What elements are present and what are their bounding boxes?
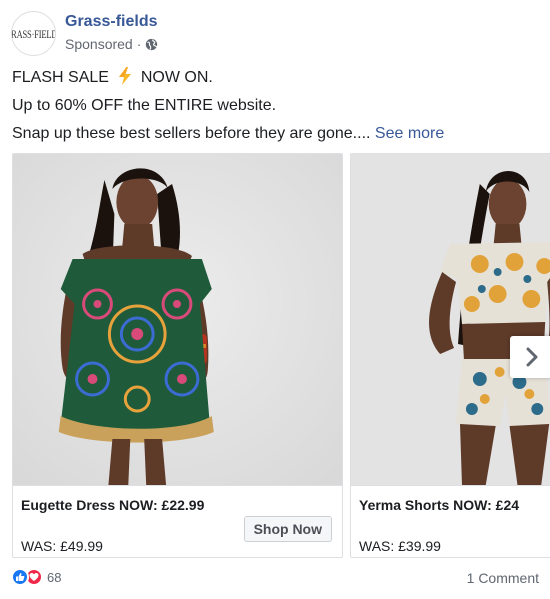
- engagement-bar: 68 1 Comment: [11, 568, 541, 590]
- post-line-3: Snap up these best sellers before they a…: [12, 120, 542, 148]
- product-was-price: WAS: £49.99: [21, 538, 103, 554]
- like-icon: [11, 568, 29, 586]
- now-on-text: NOW ON.: [140, 69, 213, 86]
- product-title[interactable]: Yerma Shorts NOW: £24: [359, 497, 519, 513]
- carousel-card-1[interactable]: Eugette Dress NOW: £22.99 WAS: £49.99 Sh…: [12, 153, 343, 558]
- avatar-logo-text: GRASS·FIELDS: [11, 26, 55, 41]
- globe-icon[interactable]: [145, 38, 158, 51]
- page-name-link[interactable]: Grass-fields: [65, 13, 157, 31]
- shorts-model-illustration: [351, 154, 550, 485]
- product-image-dress[interactable]: [13, 154, 342, 485]
- product-was-price: WAS: £39.99: [359, 538, 441, 554]
- post-line-1: FLASH SALE NOW ON.: [12, 64, 542, 92]
- reaction-count: 68: [47, 569, 62, 585]
- card-2-footer: Yerma Shorts NOW: £24 WAS: £39.99: [351, 485, 550, 557]
- sponsored-label[interactable]: Sponsored: [65, 36, 133, 52]
- dress-model-illustration: [13, 154, 342, 485]
- product-title[interactable]: Eugette Dress NOW: £22.99: [21, 497, 204, 513]
- product-carousel: Eugette Dress NOW: £22.99 WAS: £49.99 Sh…: [0, 153, 550, 560]
- post-message: FLASH SALE NOW ON. Up to 60% OFF the ENT…: [12, 64, 542, 148]
- carousel-next-button[interactable]: [510, 336, 550, 378]
- see-more-link[interactable]: See more: [375, 125, 444, 142]
- reactions-summary[interactable]: 68: [11, 568, 61, 586]
- shop-now-button[interactable]: Shop Now: [243, 516, 332, 542]
- chevron-right-icon: [526, 347, 538, 367]
- separator: ·: [136, 36, 142, 52]
- post-line-2: Up to 60% OFF the ENTIRE website.: [12, 97, 277, 114]
- flash-sale-text: FLASH SALE: [12, 69, 109, 86]
- sponsored-row: Sponsored ·: [65, 36, 158, 52]
- card-1-footer: Eugette Dress NOW: £22.99 WAS: £49.99 Sh…: [13, 485, 342, 557]
- page-avatar[interactable]: GRASS·FIELDS: [11, 11, 56, 56]
- product-image-shorts[interactable]: [351, 154, 550, 485]
- comment-count-link[interactable]: 1 Comment: [467, 570, 539, 586]
- post-line-3-text: Snap up these best sellers before they a…: [12, 125, 371, 142]
- post-header: GRASS·FIELDS Grass-fields Sponsored ·: [11, 11, 541, 57]
- lightning-bolt-icon: [119, 67, 132, 85]
